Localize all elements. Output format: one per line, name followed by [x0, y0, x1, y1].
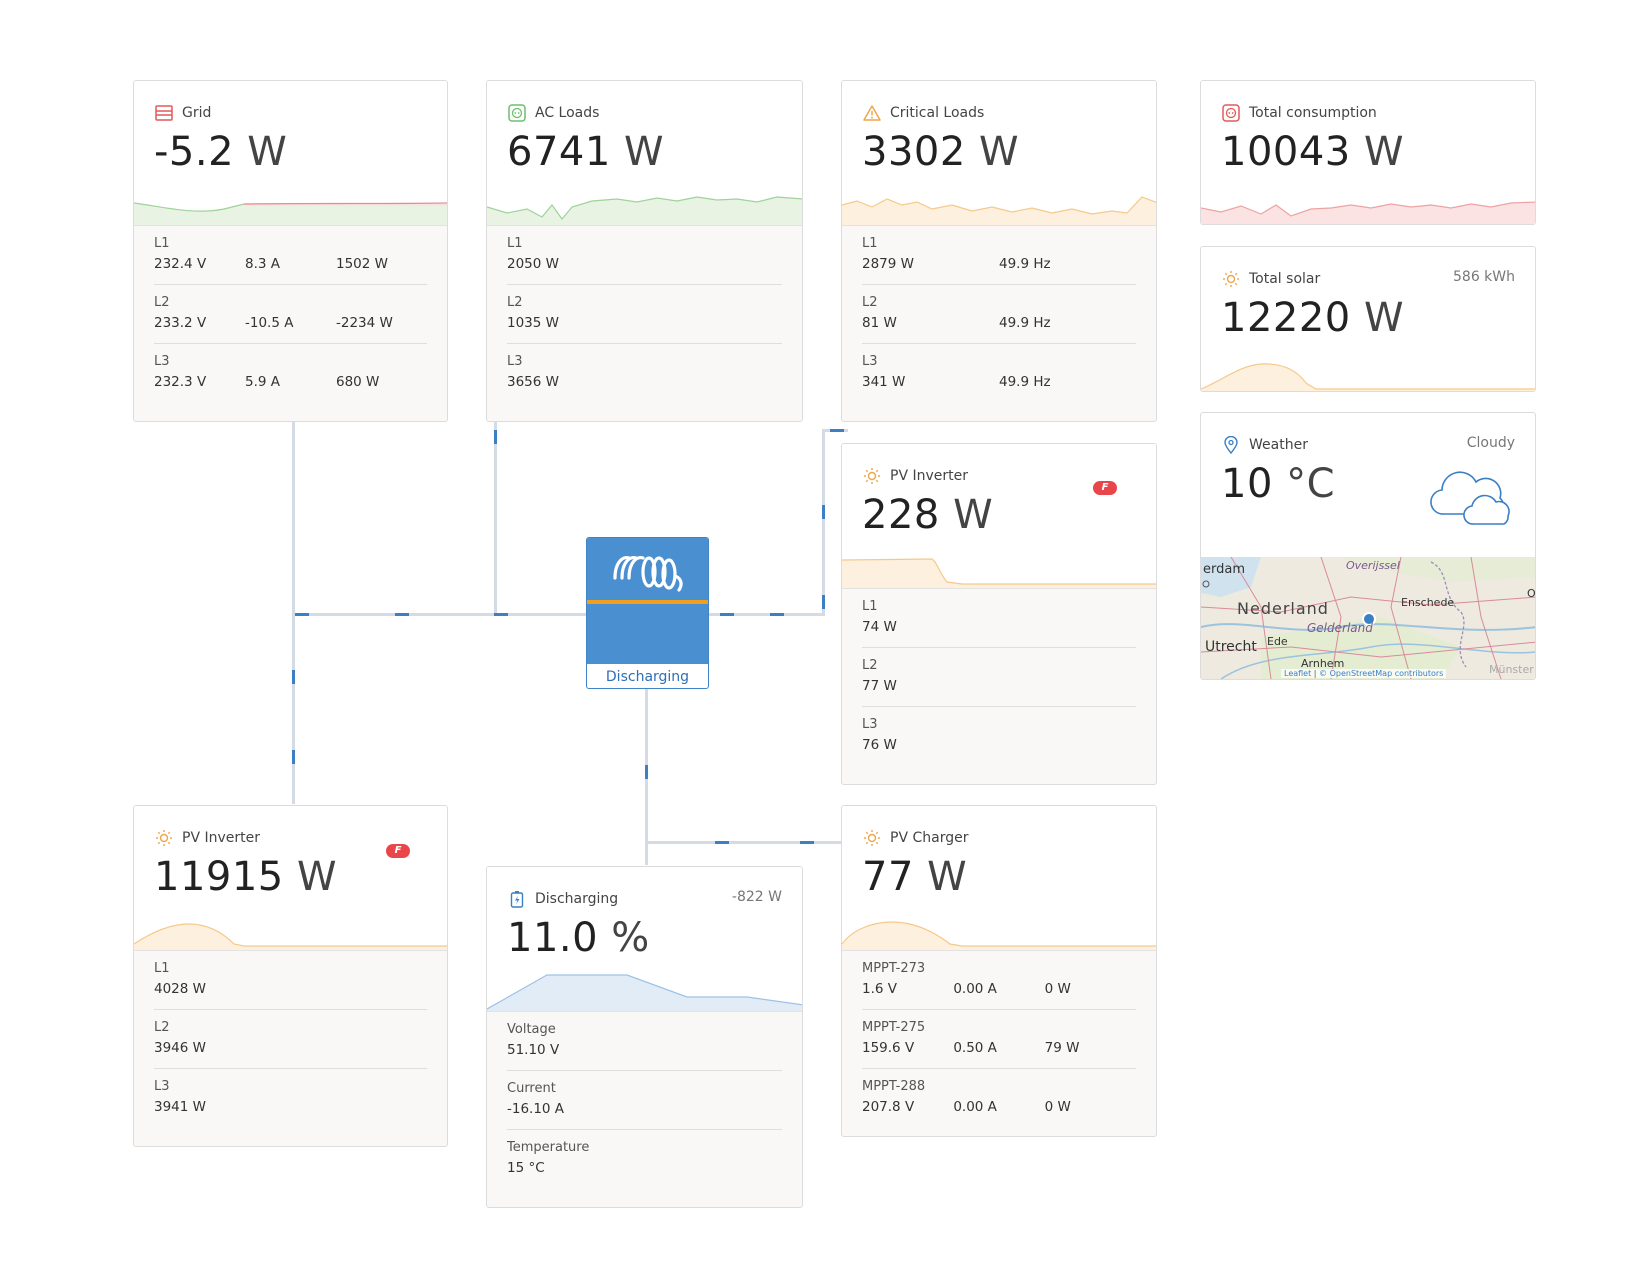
critical-row-l2: L2 81 W 49.9 Hz: [862, 285, 1136, 344]
total-consumption-value: 10043 W: [1221, 129, 1405, 175]
critical-loads-value: 3302 W: [862, 129, 1020, 175]
pv-left-row-l1: L1 4028 W: [154, 951, 427, 1010]
pv-charger-sparkline: [842, 921, 1156, 950]
battery-icon: [507, 889, 527, 909]
critical-row-l3: L3 341 W 49.9 Hz: [862, 354, 1051, 390]
map-label-munster: Münster: [1489, 663, 1534, 676]
victron-logo-icon: [613, 556, 683, 592]
pv-inverter-left-sparkline: [134, 923, 447, 950]
pv-charger-value: 77 W: [862, 854, 968, 900]
ac-socket-icon: [507, 103, 527, 123]
grid-sparkline: [134, 202, 447, 225]
map-label-utrecht: Utrecht: [1205, 639, 1257, 655]
sun-icon: [862, 828, 882, 848]
battery-power: -822 W: [731, 889, 782, 905]
total-solar-energy: 586 kWh: [1453, 269, 1515, 285]
pv-inverter-right-sparkline: [842, 558, 1156, 588]
total-consumption-sparkline: [1201, 201, 1535, 224]
leaflet-link[interactable]: Leaflet: [1284, 669, 1311, 678]
location-map[interactable]: erdam Overijssel Nederland Enschede Geld…: [1201, 557, 1536, 679]
pv-inverter-right-title: PV Inverter: [890, 468, 968, 484]
map-label-ede: Ede: [1267, 635, 1288, 648]
critical-loads-title: Critical Loads: [890, 105, 985, 121]
pv-charger-row-mppt-275: MPPT-275 159.6 V 0.50 A 79 W: [862, 1010, 1136, 1069]
map-label-erdam: erdam: [1203, 562, 1245, 577]
pv-charger-card[interactable]: PV Charger 77 W MPPT-273 1.6 V 0.00 A0 W M…: [841, 805, 1157, 1137]
ac-loads-row-l3: L3 3656 W: [507, 354, 559, 390]
osm-link[interactable]: © OpenStreetMap contributors: [1319, 669, 1443, 678]
pv-inverter-left-card[interactable]: PV Inverter F 11915 W L1 4028 W L2 3946 W …: [133, 805, 448, 1147]
inverter-stripe: [587, 600, 708, 604]
pv-right-row-l2: L2 77 W: [862, 648, 1136, 707]
map-tiles: [1201, 557, 1535, 679]
pv-charger-row-mppt-273: MPPT-273 1.6 V 0.00 A0 W: [862, 951, 1136, 1010]
inverter-tile[interactable]: Discharging: [586, 537, 709, 689]
battery-title: Discharging: [535, 891, 619, 907]
battery-row-temperature: Temperature 15 °C: [507, 1140, 590, 1176]
ac-loads-row-l1: L1 2050 W: [507, 226, 782, 285]
socket-icon: [1221, 103, 1241, 123]
pv-charger-row-mppt-288: MPPT-288 207.8 V 0.00 A0 W: [862, 1079, 1071, 1115]
weather-card[interactable]: Weather Cloudy 10 °C erdam Overijssel Ne…: [1200, 412, 1536, 680]
critical-loads-card[interactable]: Critical Loads 3302 W L1 2879 W 49.9 Hz L2…: [841, 80, 1157, 422]
total-solar-card[interactable]: Total solar 586 kWh 12220 W: [1200, 246, 1536, 392]
map-label-enschede: Enschede: [1401, 596, 1455, 609]
fronius-logo-icon: F: [386, 844, 410, 858]
total-consumption-card[interactable]: Total consumption 10043 W: [1200, 80, 1536, 225]
total-consumption-title: Total consumption: [1249, 105, 1377, 121]
inverter-status: Discharging: [605, 669, 690, 685]
pv-inverter-left-title: PV Inverter: [182, 830, 260, 846]
attribution-separator: |: [1313, 669, 1317, 678]
sun-icon: [862, 466, 882, 486]
grid-row-l2: L2 233.2 V -10.5 A -2234 W: [154, 285, 427, 344]
weather-condition: Cloudy: [1466, 435, 1515, 451]
total-solar-title: Total solar: [1249, 271, 1321, 287]
battery-row-voltage: Voltage 51.10 V: [507, 1012, 782, 1071]
total-solar-value: 12220 W: [1221, 295, 1405, 341]
pv-inverter-right-value: 228 W: [862, 492, 994, 538]
ac-loads-sparkline: [487, 196, 802, 225]
pv-left-row-l2: L2 3946 W: [154, 1010, 427, 1069]
warning-icon: [862, 103, 882, 123]
critical-row-l1: L1 2879 W 49.9 Hz: [862, 226, 1136, 285]
sun-icon: [154, 828, 174, 848]
critical-loads-sparkline: [842, 196, 1156, 225]
location-pin-icon: [1221, 435, 1241, 455]
pv-charger-title: PV Charger: [890, 830, 969, 846]
ac-loads-row-l2: L2 1035 W: [507, 285, 782, 344]
grid-value: -5.2 W: [154, 129, 288, 175]
weather-title: Weather: [1249, 437, 1308, 453]
ac-loads-card[interactable]: AC Loads 6741 W L1 2050 W L2 1035 W L3 3656…: [486, 80, 803, 422]
map-label-nederland: Nederland: [1237, 599, 1329, 618]
pv-inverter-right-card[interactable]: PV Inverter F 228 W L1 74 W L2 77 W L3 76 W: [841, 443, 1157, 785]
map-label-o: O: [1527, 587, 1536, 600]
pv-inverter-left-value: 11915 W: [154, 854, 338, 900]
ac-loads-title: AC Loads: [535, 105, 600, 121]
grid-card[interactable]: Grid -5.2 W L1 232.4 V 8.3 A 1502 W L2 233…: [133, 80, 448, 422]
battery-row-current: Current -16.10 A: [507, 1071, 782, 1130]
pv-right-row-l3: L3 76 W: [862, 717, 897, 753]
pv-right-row-l1: L1 74 W: [862, 589, 1136, 648]
grid-row-l3: L3 232.3 V 5.9 A 680 W: [154, 354, 380, 390]
map-label-gelderland: Gelderland: [1307, 621, 1373, 635]
grid-icon: [154, 103, 174, 123]
total-solar-sparkline: [1201, 363, 1535, 391]
sun-icon: [1221, 269, 1241, 289]
ac-loads-value: 6741 W: [507, 129, 665, 175]
battery-soc: 11.0 %: [507, 915, 650, 961]
fronius-logo-icon: F: [1093, 481, 1117, 495]
cloud-icon: [1430, 471, 1510, 525]
weather-temp: 10 °C: [1221, 461, 1336, 507]
battery-sparkline: [487, 974, 802, 1011]
map-label-overijssel: Overijssel: [1346, 559, 1400, 572]
grid-row-l1: L1 232.4 V 8.3 A 1502 W: [154, 226, 427, 285]
pv-left-row-l3: L3 3941 W: [154, 1079, 206, 1115]
map-attribution: Leaflet | © OpenStreetMap contributors: [1281, 669, 1447, 678]
grid-title: Grid: [182, 105, 212, 121]
battery-card[interactable]: Discharging -822 W 11.0 % Voltage 51.10 V…: [486, 866, 803, 1208]
